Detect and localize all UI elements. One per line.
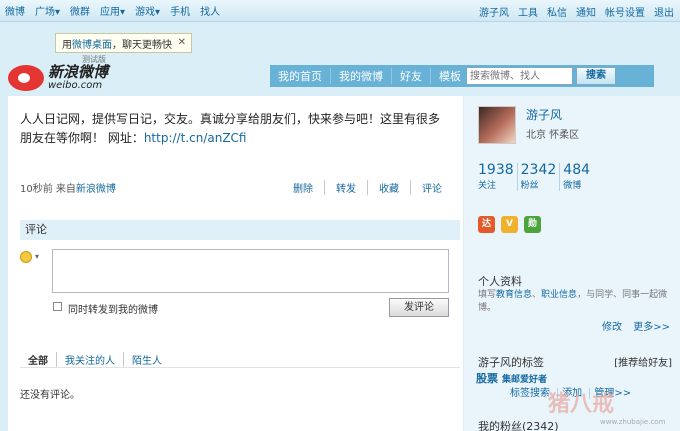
- nav-my-weibo[interactable]: 我的微博: [331, 68, 392, 84]
- submit-comment-button[interactable]: 发评论: [389, 298, 449, 317]
- desc-mid: 、: [532, 290, 542, 300]
- top-notifications[interactable]: 通知: [576, 4, 596, 19]
- more-profile-link[interactable]: 更多>>: [633, 322, 670, 333]
- desc-prefix: 填写: [478, 290, 497, 300]
- desktop-tooltip: 用 微博桌面 ，聊天更畅快 ✕: [55, 33, 192, 53]
- top-right-links: 游子风 工具 私信 通知 帐号设置 退出: [470, 0, 674, 22]
- search-button[interactable]: 搜索: [576, 67, 616, 85]
- filter-strangers[interactable]: 陌生人: [123, 352, 170, 367]
- career-link[interactable]: 职业信息: [541, 290, 577, 300]
- logo[interactable]: 新浪微博 weibo.com: [8, 61, 108, 93]
- nav-my-home[interactable]: 我的首页: [270, 68, 331, 84]
- smiley-icon[interactable]: [20, 251, 32, 263]
- recommend-tags-link[interactable]: [推荐给好友]: [614, 354, 672, 369]
- top-nav-square[interactable]: 广场▾: [35, 3, 60, 18]
- top-nav-games[interactable]: 游戏▾: [135, 3, 160, 18]
- empty-comments: 还没有评论。: [20, 390, 80, 401]
- top-user-name[interactable]: 游子风: [479, 4, 509, 19]
- post-meta: 10秒前 来自新浪微博: [20, 180, 116, 195]
- top-logout[interactable]: 退出: [654, 4, 674, 19]
- post-actions: 删除 转发 收藏 评论: [282, 180, 453, 195]
- top-nav: 微博 广场▾ 微群 应用▾ 游戏▾ 手机 找人: [0, 3, 230, 18]
- logo-title: 新浪微博: [48, 63, 109, 81]
- top-nav-group[interactable]: 微群: [70, 3, 90, 18]
- post-source[interactable]: 新浪微博: [76, 184, 116, 195]
- education-link[interactable]: 教育信息: [496, 290, 532, 300]
- favorite-button[interactable]: 收藏: [367, 180, 410, 195]
- delete-button[interactable]: 删除: [282, 180, 324, 195]
- tag-item[interactable]: 股票: [476, 372, 498, 385]
- top-account-settings[interactable]: 帐号设置: [605, 4, 645, 19]
- weibo-eye-icon: [8, 65, 44, 91]
- profile-location: 北京 怀柔区: [526, 130, 580, 141]
- stat-following-count: 1938: [478, 162, 514, 178]
- forward-checkbox-label: 同时转发到我的微博: [68, 305, 158, 316]
- medal-badge-icon[interactable]: 勋: [524, 216, 541, 233]
- tag-search-link[interactable]: 标签搜索: [506, 388, 554, 399]
- tags-title: 游子风的标签: [478, 356, 544, 369]
- stat-fans[interactable]: 2342 粉丝: [516, 162, 560, 191]
- post-time: 10秒前: [20, 184, 53, 195]
- comment-filters: 全部 我关注的人 陌生人: [20, 352, 170, 367]
- profile-stats: 1938 关注 2342 粉丝 484 微博: [478, 163, 593, 191]
- profile-links: 修改 更多>>: [594, 318, 670, 333]
- divider: [20, 367, 460, 368]
- watermark: 猪八戒: [548, 392, 615, 417]
- tooltip-suffix: ，聊天更畅快: [112, 39, 172, 51]
- header: 新浪微博 weibo.com 我的首页 我的微博 好友 模板 搜索: [0, 55, 680, 95]
- forward-button[interactable]: 转发: [324, 180, 367, 195]
- edit-profile-link[interactable]: 修改: [602, 322, 622, 333]
- stat-posts-count: 484: [563, 162, 591, 178]
- main-nav: 我的首页 我的微博 好友 模板 搜索: [270, 65, 654, 87]
- nav-friends[interactable]: 好友: [392, 68, 431, 84]
- filter-all[interactable]: 全部: [20, 352, 56, 367]
- nav-templates[interactable]: 模板: [431, 68, 469, 84]
- stat-posts-label: 微博: [563, 181, 582, 191]
- top-nav-find-people[interactable]: 找人: [200, 3, 220, 18]
- badges: 达 V 勋: [478, 216, 547, 233]
- comment-button[interactable]: 评论: [410, 180, 453, 195]
- tooltip-desktop-link[interactable]: 微博桌面: [72, 36, 112, 51]
- profile-name[interactable]: 游子风: [526, 106, 562, 123]
- top-messages[interactable]: 私信: [547, 4, 567, 19]
- post-source-prefix: 来自: [55, 184, 76, 195]
- logo-url: weibo.com: [48, 80, 103, 91]
- top-bar: 微博 广场▾ 微群 应用▾ 游戏▾ 手机 找人 游子风 工具 私信 通知 帐号设…: [0, 0, 680, 22]
- filter-following[interactable]: 我关注的人: [56, 352, 123, 367]
- profile-description: 填写教育信息、职业信息，与同学、同事一起微博。: [478, 289, 673, 315]
- main-panel: 人人日记网，提供写日记，交友。真诚分享给朋友们，快来参与吧！这里有很多朋友在等你…: [8, 96, 463, 431]
- stat-following-label: 关注: [478, 181, 497, 191]
- top-nav-weibo[interactable]: 微博: [5, 3, 25, 18]
- fans-title[interactable]: 我的粉丝(2342): [478, 418, 559, 431]
- chevron-down-icon[interactable]: ▾: [35, 252, 39, 261]
- top-nav-mobile[interactable]: 手机: [170, 3, 190, 18]
- comment-header: 评论: [20, 220, 460, 240]
- tooltip-prefix: 用: [62, 39, 72, 51]
- close-icon[interactable]: ✕: [178, 37, 186, 48]
- search-input[interactable]: [466, 67, 573, 85]
- forward-checkbox[interactable]: [53, 302, 62, 311]
- vip-badge-icon[interactable]: V: [501, 216, 518, 233]
- post-link[interactable]: http://t.cn/anZCfi: [144, 131, 247, 145]
- stat-posts[interactable]: 484 微博: [559, 163, 593, 191]
- watermark-url: www.zhubajie.com: [600, 418, 666, 426]
- profile-section-title: 个人资料: [478, 275, 522, 288]
- profile-sidebar: 游子风 北京 怀柔区 1938 关注 2342 粉丝 484 微博 达 V 勋 …: [464, 96, 680, 431]
- top-tools[interactable]: 工具: [518, 4, 538, 19]
- top-nav-apps[interactable]: 应用▾: [100, 3, 125, 18]
- stat-fans-count: 2342: [520, 162, 557, 178]
- avatar[interactable]: [478, 106, 516, 144]
- talent-badge-icon[interactable]: 达: [478, 216, 495, 233]
- post-text: 人人日记网，提供写日记，交友。真诚分享给朋友们，快来参与吧！这里有很多朋友在等你…: [20, 110, 450, 148]
- comment-input[interactable]: [52, 249, 449, 293]
- stat-following[interactable]: 1938 关注: [478, 162, 517, 192]
- stat-fans-label: 粉丝: [520, 181, 539, 191]
